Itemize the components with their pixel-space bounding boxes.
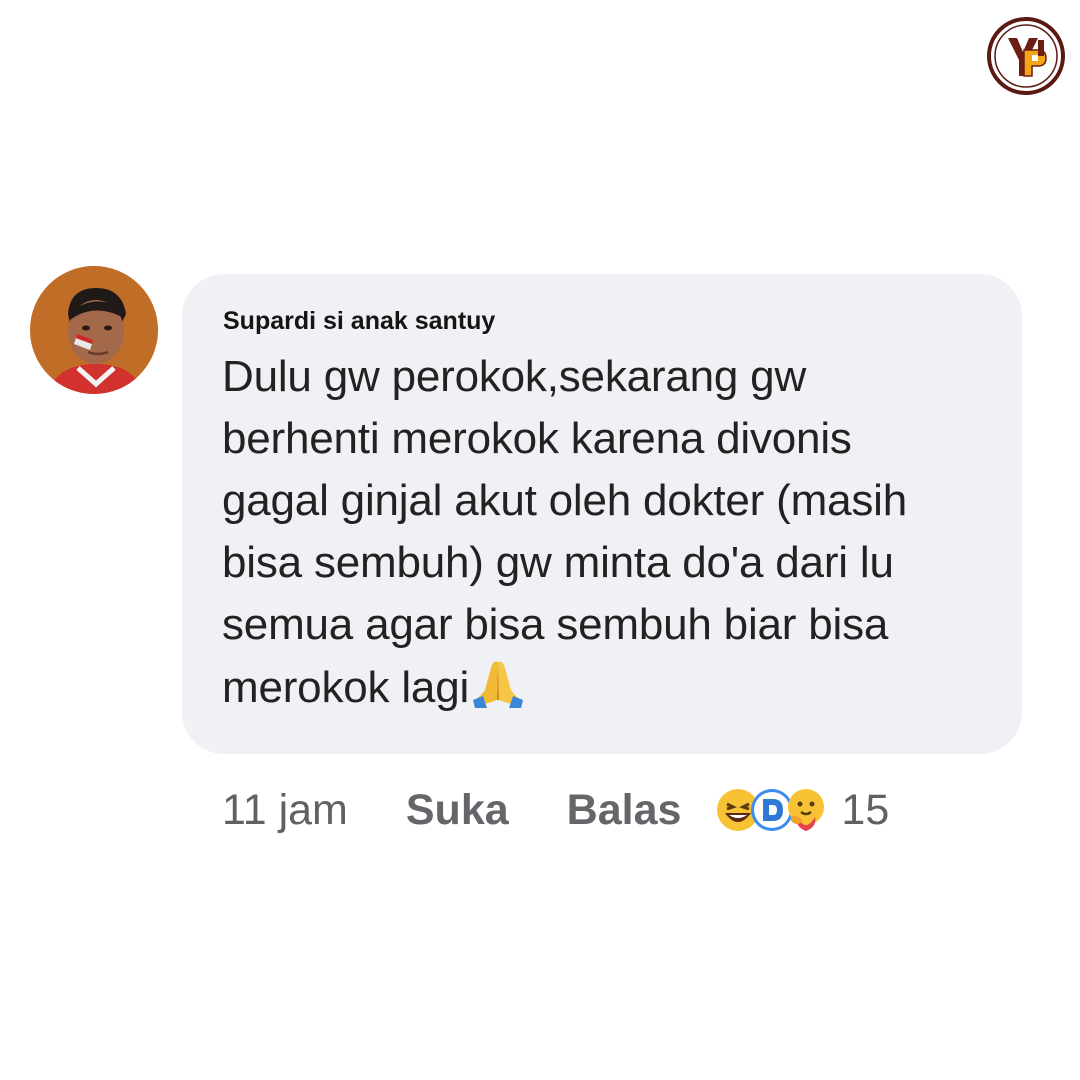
comment-line: bisa sembuh) gw minta do'a dari lu (222, 538, 894, 587)
reaction-count: 15 (841, 785, 890, 834)
comment-line: gagal ginjal akut oleh dokter (masih (222, 476, 907, 525)
like-button[interactable]: Suka (406, 786, 509, 835)
comment-line: merokok lagi (222, 663, 470, 712)
watermark-logo (986, 16, 1066, 96)
comment-bubble: Supardi si anak santuy Dulu gw perokok,s… (182, 274, 1022, 754)
folded-hands-icon (471, 656, 525, 725)
avatar[interactable] (30, 266, 158, 394)
comment-action-bar: 11 jam Suka Balas 15 (222, 782, 889, 838)
comment-timestamp[interactable]: 11 jam (222, 786, 348, 835)
comment-text: Dulu gw perokok,sekarang gw berhenti mer… (222, 346, 992, 725)
comment-line-last: merokok lagi (222, 656, 992, 725)
comment-line: berhenti merokok karena divonis (222, 414, 852, 463)
care-hug-icon (788, 789, 825, 831)
comment-author[interactable]: Supardi si anak santuy (223, 306, 992, 336)
reaction-summary[interactable]: 15 (715, 786, 889, 835)
comment-line: semua agar bisa sembuh biar bisa (222, 600, 889, 649)
comment-line: Dulu gw perokok,sekarang gw (222, 352, 807, 401)
reply-button[interactable]: Balas (567, 786, 682, 835)
